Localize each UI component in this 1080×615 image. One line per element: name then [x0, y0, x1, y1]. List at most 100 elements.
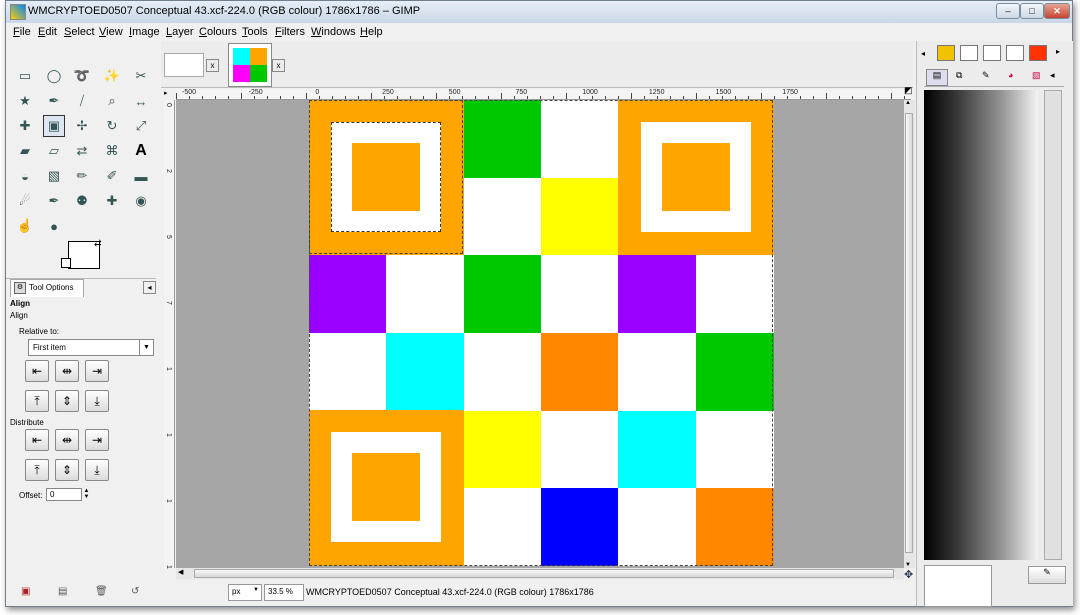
vertical-ruler[interactable]: 0 2 5 7 1 1 1 1: [164, 100, 175, 569]
distribute-left-button[interactable]: ⇤: [25, 429, 49, 451]
zoom-select[interactable]: 33.5 %: [264, 584, 304, 601]
blend-icon[interactable]: ▧: [43, 165, 65, 187]
colour-picker-icon[interactable]: ⧸: [71, 90, 93, 112]
quick-mask-corner-icon[interactable]: ▸: [164, 89, 174, 99]
unit-select[interactable]: px ▼: [228, 584, 262, 601]
menu-view[interactable]: View: [99, 26, 123, 38]
edit-brush-button[interactable]: ✎: [1028, 566, 1066, 584]
align-bottom-button[interactable]: ⤓: [85, 390, 109, 412]
pencil-icon[interactable]: ✏: [71, 165, 93, 187]
scissors-icon[interactable]: ✂: [130, 65, 152, 87]
dock-scrollbar[interactable]: [1044, 90, 1062, 560]
minimize-button[interactable]: –: [996, 3, 1020, 19]
reset-colours-icon[interactable]: [61, 258, 71, 268]
configure-tab-button[interactable]: ◂: [143, 281, 156, 294]
dodge-burn-icon[interactable]: ●: [43, 215, 65, 237]
close-button[interactable]: ✕: [1044, 3, 1070, 19]
text-icon[interactable]: A: [130, 140, 152, 162]
relative-to-select[interactable]: First item ▼: [28, 339, 154, 356]
align-middle-button[interactable]: ⇕: [55, 390, 79, 412]
histogram-tab-icon[interactable]: ▧: [1032, 70, 1041, 81]
menu-select[interactable]: Select: [64, 26, 95, 38]
menu-edit[interactable]: Edit: [38, 26, 57, 38]
title-bar[interactable]: WMCRYPTOED0507 Conceptual 43.xcf-224.0 (…: [6, 1, 1072, 23]
menu-image[interactable]: Image: [129, 26, 160, 38]
dock-tab-4[interactable]: [1029, 45, 1047, 61]
dock-tab-2[interactable]: [983, 45, 1001, 61]
vertical-scroll-thumb[interactable]: [905, 113, 913, 553]
menu-layer[interactable]: Layer: [166, 26, 194, 38]
select-by-colour-icon[interactable]: ★: [14, 90, 36, 112]
maximize-button[interactable]: □: [1020, 3, 1044, 19]
save-options-icon[interactable]: ▣: [21, 586, 30, 597]
bucket-fill-icon[interactable]: ◒: [14, 165, 36, 187]
channels-tab-icon[interactable]: ⧉: [956, 70, 962, 81]
close-tab-2-icon[interactable]: x: [272, 59, 285, 72]
shear-icon[interactable]: ▰: [14, 140, 36, 162]
align-center-button[interactable]: ⇹: [55, 360, 79, 382]
fuzzy-select-icon[interactable]: ✨: [101, 65, 123, 87]
distribute-center-button[interactable]: ⇹: [55, 429, 79, 451]
horizontal-scroll-thumb[interactable]: [194, 569, 894, 578]
close-tab-1-icon[interactable]: x: [206, 59, 219, 72]
eraser-icon[interactable]: ▬: [130, 165, 152, 187]
align-icon[interactable]: ▣: [43, 115, 65, 137]
swap-colours-icon[interactable]: ⇄: [94, 238, 102, 249]
navigate-icon[interactable]: ✥: [904, 568, 913, 581]
airbrush-icon[interactable]: ☄: [14, 190, 36, 212]
menu-filters[interactable]: Filters: [275, 26, 305, 38]
distribute-top-button[interactable]: ⤒: [25, 459, 49, 481]
paintbrush-icon[interactable]: ✐: [101, 165, 123, 187]
clone-icon[interactable]: ⚉: [71, 190, 93, 212]
scroll-up-icon[interactable]: ▲: [905, 100, 911, 106]
image-tab-2[interactable]: [228, 43, 272, 87]
ink-icon[interactable]: ✒: [43, 190, 65, 212]
measure-icon[interactable]: ↔: [130, 90, 152, 112]
layers-tab-icon[interactable]: ▤: [926, 69, 948, 86]
flip-icon[interactable]: ⇄: [71, 140, 93, 162]
ellipse-select-icon[interactable]: ◯: [43, 65, 65, 87]
restore-options-icon[interactable]: ▤: [58, 586, 67, 597]
scale-icon[interactable]: ⤢: [130, 115, 152, 137]
delete-options-icon[interactable]: 🗑: [95, 586, 108, 597]
scroll-left-icon[interactable]: ◀: [178, 568, 183, 576]
menu-colours[interactable]: Colours: [199, 26, 237, 38]
menu-file[interactable]: File: [13, 26, 31, 38]
colourmap-tab-icon[interactable]: ◕: [1008, 70, 1013, 80]
horizontal-scrollbar[interactable]: ◀: [176, 568, 904, 579]
align-left-button[interactable]: ⇤: [25, 360, 49, 382]
blur-icon[interactable]: ◉: [130, 190, 152, 212]
rect-select-icon[interactable]: ▭: [14, 65, 36, 87]
smudge-icon[interactable]: ☝: [14, 215, 36, 237]
perspective-icon[interactable]: ▱: [43, 140, 65, 162]
cage-transform-icon[interactable]: ⌘: [101, 140, 123, 162]
heal-icon[interactable]: ✚: [101, 190, 123, 212]
brush-preview[interactable]: [924, 565, 992, 607]
vertical-scrollbar[interactable]: ▲ ▼: [904, 100, 915, 568]
lasso-icon[interactable]: ➰: [71, 65, 93, 87]
distribute-middle-button[interactable]: ⇕: [55, 459, 79, 481]
zoom-window-icon[interactable]: ◩: [904, 85, 913, 96]
dock-tab-menu-icon[interactable]: ◂: [1050, 70, 1055, 81]
dock-config-icon[interactable]: ▸: [1056, 47, 1060, 56]
zoom-icon[interactable]: ⌕: [101, 90, 123, 112]
dock-menu-icon[interactable]: ◂: [921, 49, 925, 58]
paths-tab-icon[interactable]: ✎: [982, 70, 990, 81]
menu-tools[interactable]: Tools: [242, 26, 268, 38]
image-tab-1[interactable]: [164, 53, 204, 77]
offset-spinner[interactable]: ▲ ▼: [83, 488, 90, 501]
distribute-right-button[interactable]: ⇥: [85, 429, 109, 451]
image-canvas[interactable]: [176, 100, 904, 568]
align-right-button[interactable]: ⇥: [85, 360, 109, 382]
align-top-button[interactable]: ⤒: [25, 390, 49, 412]
move-icon[interactable]: ✚: [14, 115, 36, 137]
distribute-bottom-button[interactable]: ⤓: [85, 459, 109, 481]
dock-tab-0[interactable]: [937, 45, 955, 61]
menu-help[interactable]: Help: [360, 26, 383, 38]
dock-tab-1[interactable]: [960, 45, 978, 61]
dock-tab-3[interactable]: [1006, 45, 1024, 61]
chevron-down-icon[interactable]: ▼: [139, 340, 153, 355]
rotate-icon[interactable]: ↻: [101, 115, 123, 137]
tab-tool-options[interactable]: ⚙ Tool Options: [10, 279, 84, 297]
reset-options-icon[interactable]: ↺: [131, 586, 139, 597]
